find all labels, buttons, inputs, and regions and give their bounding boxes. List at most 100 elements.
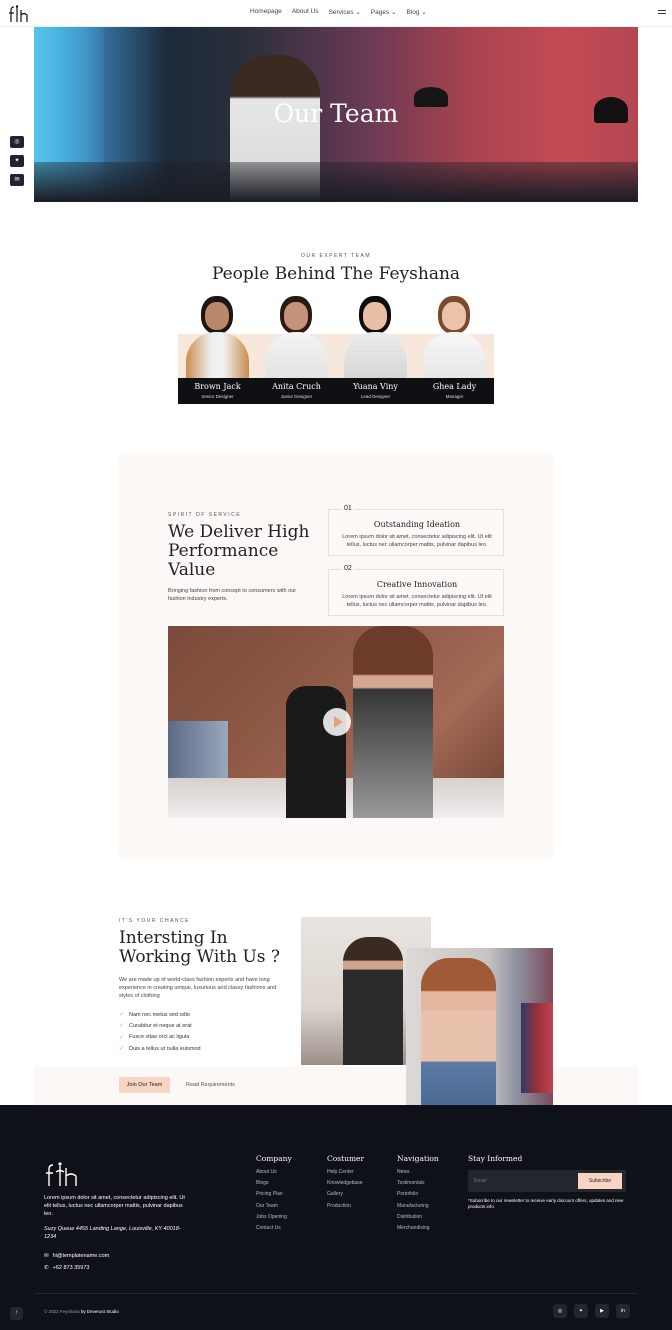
member-role: Manager — [445, 394, 464, 399]
footer-col-navigation: Navigation News Testimonials Portofolio … — [397, 1154, 439, 1236]
feyshana-logo[interactable] — [44, 1160, 78, 1188]
instagram-icon[interactable]: ◎ — [10, 136, 24, 148]
video-designer — [353, 626, 433, 818]
spirit-description: Bringing fashion from concept to consume… — [168, 588, 297, 602]
footer-link[interactable]: Jobs Opening — [256, 1214, 292, 1225]
email-field[interactable] — [474, 1174, 574, 1188]
newsletter: Stay Informed Subscribe *Subscribe to ou… — [468, 1154, 628, 1209]
member-name: Anita Cruch — [272, 382, 321, 391]
youtube-icon[interactable]: ▶ — [595, 1304, 609, 1318]
footer-link[interactable]: Help Center — [327, 1169, 364, 1180]
newsletter-title: Stay Informed — [468, 1154, 523, 1163]
newsletter-note: *Subscribe to our newsletter to receive … — [468, 1198, 624, 1209]
instagram-icon[interactable]: ◎ — [553, 1304, 567, 1318]
menu-icon[interactable] — [658, 10, 666, 16]
list-item: ✓ Nam nec metus sed odio — [119, 1009, 201, 1020]
footer-link[interactable]: Knowledgebase — [327, 1180, 364, 1191]
footer-col-title: Navigation — [397, 1154, 439, 1163]
footer-link[interactable]: News — [397, 1169, 439, 1180]
nav-about-us[interactable]: About Us — [292, 8, 319, 16]
member-photo — [442, 302, 466, 330]
nav-pages[interactable]: Pages ⌄ — [371, 8, 397, 16]
copyright: © 2022 Feyshana by Deverust Studio — [44, 1309, 119, 1314]
main-nav: Homepage About Us Services ⌄ Pages ⌄ Blo… — [250, 8, 427, 16]
footer-link[interactable]: About Us — [256, 1169, 292, 1180]
feature-number: 01 — [342, 505, 354, 512]
interest-title: Intersting In Working With Us ? — [119, 928, 281, 967]
team-member-card[interactable]: Brown Jack Senior Designer — [178, 294, 257, 404]
benefit-list: ✓ Nam nec metus sed odio ✓ Curabitur et ne… — [119, 1009, 201, 1054]
arrow-up-icon[interactable]: ↑ — [10, 1307, 23, 1320]
side-social-bar: ◎ ✦ ✉ — [10, 136, 24, 193]
twitter-icon[interactable]: ✦ — [574, 1304, 588, 1318]
team-grid: Brown Jack Senior Designer Anita Cruch J… — [178, 294, 494, 404]
twitter-icon[interactable]: ✦ — [10, 155, 24, 167]
feature-card: 01 Outstanding Ideation Lorem ipsum dolo… — [328, 505, 504, 556]
list-item: ✓ Curabitur et neque at erat — [119, 1020, 201, 1031]
feature-number: 02 — [342, 565, 354, 572]
footer-link[interactable]: Contact Us — [256, 1225, 292, 1236]
mail-icon[interactable]: ✉ — [10, 174, 24, 186]
list-item-label: Nam nec metus sed odio — [129, 1011, 190, 1018]
footer-link[interactable]: Our Team — [256, 1203, 292, 1214]
footer-link[interactable]: Production — [327, 1203, 364, 1214]
studio-credit[interactable]: by Deverust Studio — [81, 1309, 119, 1314]
footer-phone[interactable]: ✆ +62 873 35973 — [44, 1262, 109, 1274]
interest-description: We are made up of world-class fashion ex… — [119, 977, 277, 999]
footer-link[interactable]: Testimonials — [397, 1180, 439, 1191]
footer-link[interactable]: Distribution — [397, 1214, 439, 1225]
footer-link[interactable]: Pricing Plan — [256, 1191, 292, 1202]
team-member-card[interactable]: Yuana Viny Lead Designer — [336, 294, 415, 404]
designer-photo — [406, 948, 553, 1105]
check-icon: ✓ — [119, 1012, 125, 1019]
feature-description: Lorem ipsum dolor sit amet, consectetur … — [342, 594, 492, 608]
check-icon: ✓ — [119, 1034, 125, 1041]
nav-blog[interactable]: Blog ⌄ — [406, 8, 426, 16]
linkedin-icon[interactable]: in — [616, 1304, 630, 1318]
footer-col-title: Company — [256, 1154, 292, 1163]
footer-link[interactable]: Gallery — [327, 1191, 364, 1202]
footer-divider — [34, 1293, 638, 1294]
footer-link[interactable]: Portofolio — [397, 1191, 439, 1202]
team-member-card[interactable]: Ghea Lady Manager — [415, 294, 494, 404]
chevron-down-icon: ⌄ — [391, 9, 397, 16]
read-requirements-link[interactable]: Read Requirements — [186, 1077, 235, 1093]
footer-link[interactable]: Merchandising — [397, 1225, 439, 1236]
footer-address: Suzy Queue 4455 Landing Lange, Louisvill… — [44, 1226, 181, 1240]
feature-description: Lorem ipsum dolor sit amet, consectetur … — [342, 534, 492, 548]
newsletter-form: Subscribe — [468, 1170, 626, 1192]
member-photo — [423, 332, 486, 378]
member-photo — [363, 302, 387, 330]
subscribe-button[interactable]: Subscribe — [578, 1173, 622, 1189]
feature-title: Creative Innovation — [376, 580, 458, 589]
footer-col-title: Costumer — [327, 1154, 365, 1163]
join-team-button[interactable]: Join Our Team — [119, 1077, 170, 1093]
team-member-card[interactable]: Anita Cruch Junior Designer — [257, 294, 336, 404]
site-footer: Lorem ipsum dolor sit amet, consectetur … — [0, 1105, 672, 1330]
team-eyebrow: OUR EXPERT TEAM — [300, 253, 371, 259]
footer-link[interactable]: Manufacturing — [397, 1203, 439, 1214]
check-icon: ✓ — [119, 1023, 125, 1030]
nav-services[interactable]: Services ⌄ — [329, 8, 361, 16]
footer-col-costumer: Costumer Help Center Knowledgebase Galle… — [327, 1154, 364, 1214]
mail-icon: ✉ — [44, 1253, 49, 1259]
video-thumbnail[interactable] — [168, 626, 504, 818]
member-photo — [265, 332, 328, 378]
top-navbar: Homepage About Us Services ⌄ Pages ⌄ Blo… — [0, 0, 672, 27]
interest-eyebrow: IT'S YOUR CHANCE — [119, 918, 190, 924]
member-photo — [284, 302, 308, 330]
member-role: Senior Designer — [201, 394, 234, 399]
nav-homepage[interactable]: Homepage — [250, 8, 282, 16]
member-photo — [205, 302, 229, 330]
list-item-label: Duis a tellus ut nulla euismod — [129, 1045, 201, 1052]
list-item-label: Curabitur et neque at erat — [129, 1022, 192, 1029]
footer-contact: ✉ hi@templatename.com ✆ +62 873 35973 — [44, 1250, 109, 1274]
member-role: Lead Designer — [360, 394, 391, 399]
copyright-text: © 2022 Feyshana — [44, 1309, 80, 1314]
list-item: ✓ Fusce vitae orci ac ligula — [119, 1032, 201, 1043]
feyshana-logo[interactable] — [7, 4, 29, 24]
play-icon[interactable] — [323, 708, 351, 736]
footer-phone-text: +62 873 35973 — [52, 1265, 90, 1271]
footer-email[interactable]: ✉ hi@templatename.com — [44, 1250, 109, 1262]
footer-link[interactable]: Blogs — [256, 1180, 292, 1191]
